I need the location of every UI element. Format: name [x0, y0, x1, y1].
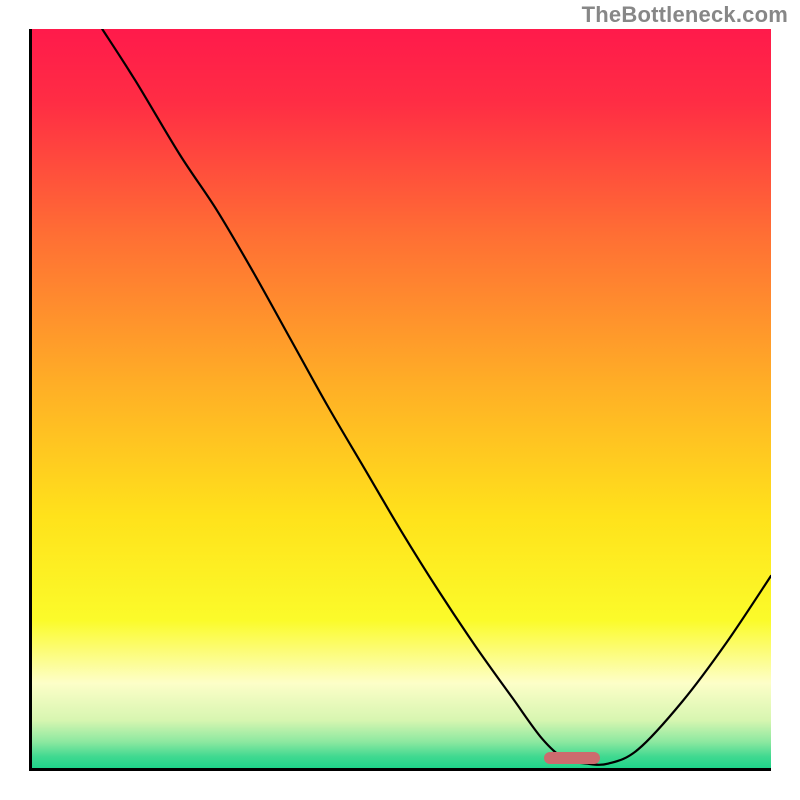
attribution-label: TheBottleneck.com: [582, 2, 788, 28]
axes-frame: [29, 29, 771, 771]
chart-container: TheBottleneck.com: [0, 0, 800, 800]
